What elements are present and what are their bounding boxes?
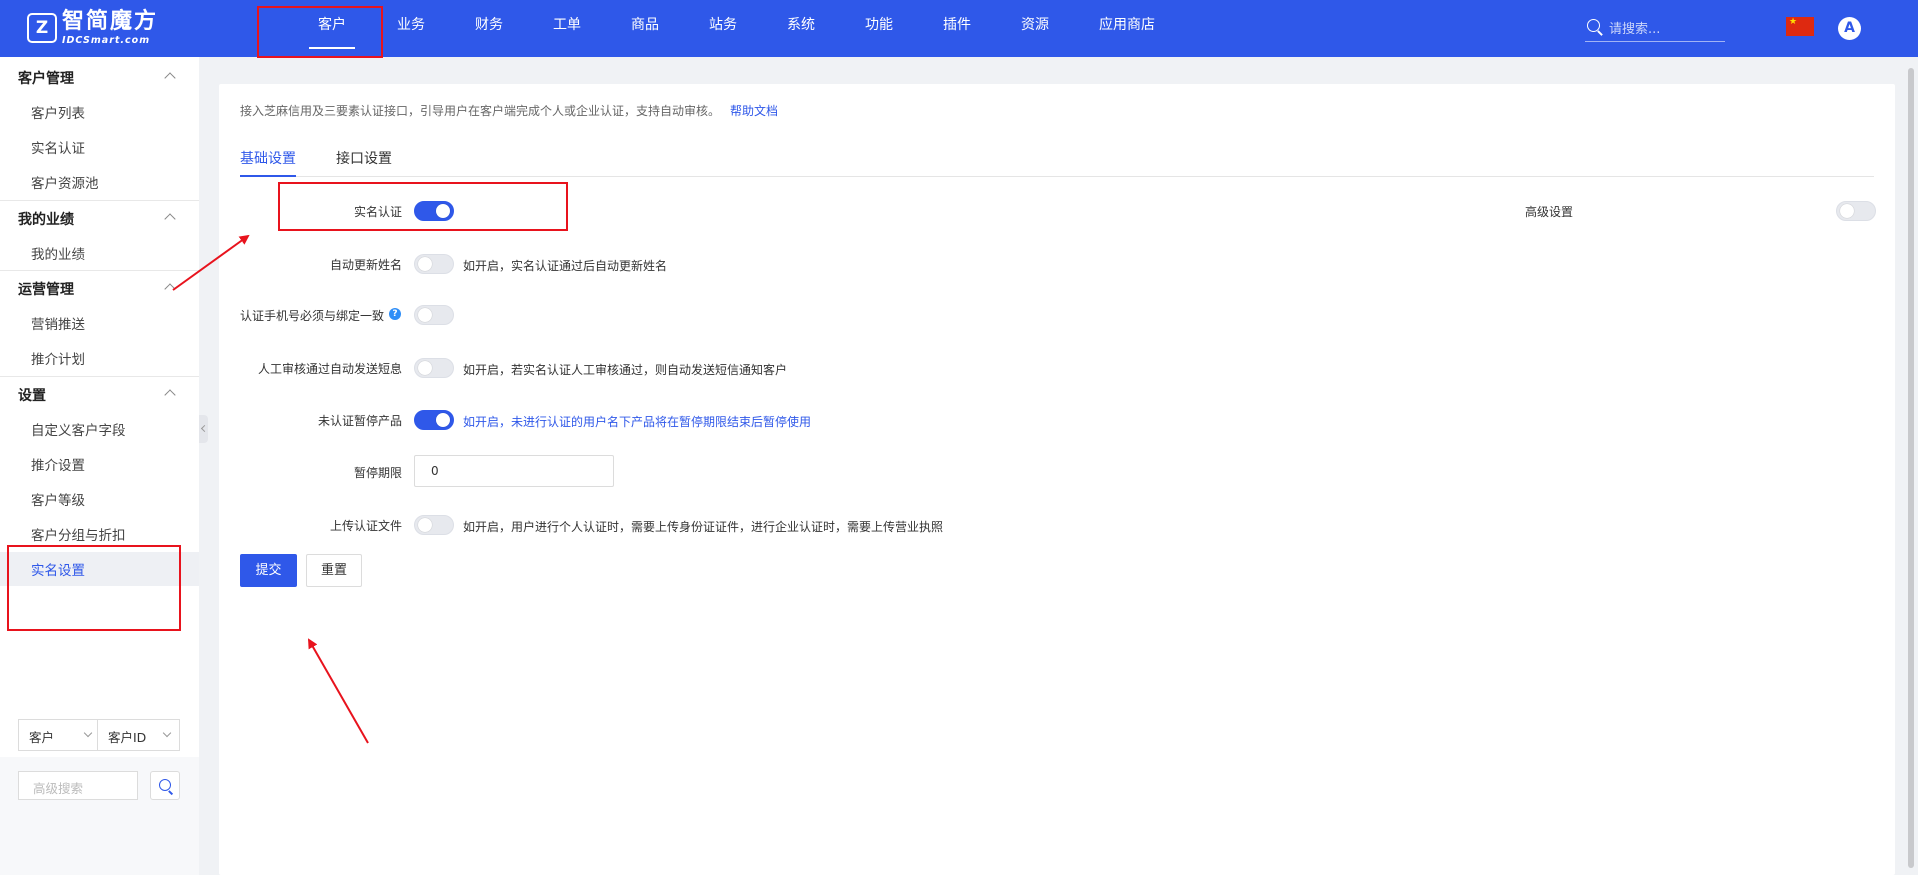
divider bbox=[0, 376, 199, 377]
chevron-up-icon[interactable] bbox=[164, 389, 176, 401]
chevron-down-icon bbox=[162, 728, 172, 738]
toggle-advanced-settings[interactable] bbox=[1836, 201, 1876, 221]
toggle-phone-must-match[interactable] bbox=[414, 305, 454, 325]
sidebar-group-settings[interactable]: 设置 bbox=[18, 385, 46, 405]
sidebar: 客户管理 客户列表 实名认证 客户资源池 我的业绩 我的业绩 运营管理 营销推送… bbox=[0, 57, 199, 875]
chevron-up-icon[interactable] bbox=[164, 213, 176, 225]
nav-business[interactable]: 业务 bbox=[391, 0, 431, 57]
hint-auto-update-name: 如开启，实名认证通过后自动更新姓名 bbox=[463, 259, 668, 273]
chevron-down-icon bbox=[83, 728, 93, 738]
sidebar-group-performance[interactable]: 我的业绩 bbox=[18, 209, 74, 229]
label-advanced-settings: 高级设置 bbox=[1524, 205, 1573, 219]
sidebar-group-operations[interactable]: 运营管理 bbox=[18, 279, 74, 299]
filter-type-select[interactable]: 客户 bbox=[18, 719, 98, 751]
toggle-upload-documents[interactable] bbox=[414, 515, 454, 535]
label-upload-documents: 上传认证文件 bbox=[329, 519, 402, 533]
suspend-period-input[interactable]: 0 bbox=[414, 455, 614, 487]
nav-finance[interactable]: 财务 bbox=[469, 0, 509, 57]
advanced-search-input[interactable]: 高级搜索 bbox=[18, 771, 138, 800]
hint-manual-review-sms: 如开启，若实名认证人工审核通过，则自动发送短信通知客户 bbox=[463, 363, 788, 377]
sidebar-item-marketing-push[interactable]: 营销推送 bbox=[31, 313, 85, 333]
intro-description: 接入芝麻信用及三要素认证接口，引导用户在客户端完成个人或企业认证，支持自动审核。 bbox=[240, 104, 721, 118]
sidebar-item-customer-level[interactable]: 客户等级 bbox=[31, 489, 85, 509]
logo-text-en: IDCSmart.com bbox=[62, 34, 151, 46]
logo-icon: Z bbox=[27, 13, 57, 43]
sidebar-collapse-handle[interactable] bbox=[199, 415, 208, 443]
toggle-manual-review-sms[interactable] bbox=[414, 358, 454, 378]
sidebar-item-referral-plan[interactable]: 推介计划 bbox=[31, 348, 85, 368]
filter-type-value: 客户 bbox=[29, 730, 55, 745]
nav-plugin[interactable]: 插件 bbox=[937, 0, 977, 57]
header-search[interactable]: 请搜索... bbox=[1585, 13, 1725, 42]
logo-text-cn: 智简魔方 bbox=[62, 8, 159, 34]
toggle-suspend-unverified[interactable] bbox=[414, 410, 454, 430]
divider bbox=[0, 270, 199, 271]
china-flag-icon[interactable]: ★ bbox=[1786, 17, 1814, 36]
nav-app-store[interactable]: 应用商店 bbox=[1093, 0, 1161, 57]
sidebar-item-customer-list[interactable]: 客户列表 bbox=[31, 102, 85, 122]
nav-product[interactable]: 商品 bbox=[625, 0, 665, 57]
nav-resource[interactable]: 资源 bbox=[1015, 0, 1055, 57]
label-suspend-period: 暂停期限 bbox=[353, 466, 402, 480]
toggle-real-name-auth[interactable] bbox=[414, 201, 454, 221]
label-phone-must-match: 认证手机号必须与绑定一致 bbox=[239, 309, 384, 323]
toggle-auto-update-name[interactable] bbox=[414, 254, 454, 274]
search-icon bbox=[1585, 17, 1605, 37]
label-suspend-unverified: 未认证暂停产品 bbox=[317, 414, 402, 428]
nav-feature[interactable]: 功能 bbox=[859, 0, 899, 57]
top-bar: Z 智简魔方 IDCSmart.com 客户 业务 财务 工单 商品 站务 系统… bbox=[0, 0, 1918, 57]
nav-system[interactable]: 系统 bbox=[781, 0, 821, 57]
sidebar-item-customer-pool[interactable]: 客户资源池 bbox=[31, 172, 99, 192]
question-icon[interactable]: ? bbox=[389, 308, 401, 320]
tab-basic-settings[interactable]: 基础设置 bbox=[240, 148, 296, 168]
sidebar-item-custom-fields[interactable]: 自定义客户字段 bbox=[31, 419, 126, 439]
hint-suspend-unverified: 如开启，未进行认证的用户名下产品将在暂停期限结束后暂停使用 bbox=[463, 415, 812, 429]
logo[interactable]: Z 智简魔方 IDCSmart.com bbox=[27, 8, 159, 46]
intro-text: 接入芝麻信用及三要素认证接口，引导用户在客户端完成个人或企业认证，支持自动审核。… bbox=[240, 102, 778, 119]
filter-field-select[interactable]: 客户ID bbox=[98, 719, 180, 751]
nav-ticket[interactable]: 工单 bbox=[547, 0, 587, 57]
sidebar-item-my-performance[interactable]: 我的业绩 bbox=[31, 243, 85, 263]
label-manual-review-sms: 人工审核通过自动发送短息 bbox=[257, 362, 402, 376]
help-doc-link[interactable]: 帮助文档 bbox=[730, 104, 778, 118]
tab-divider bbox=[240, 176, 1874, 177]
chevron-up-icon[interactable] bbox=[164, 283, 176, 295]
sidebar-item-referral-settings[interactable]: 推介设置 bbox=[31, 454, 85, 474]
sidebar-item-real-name-settings[interactable]: 实名设置 bbox=[31, 559, 85, 579]
avatar[interactable]: A bbox=[1838, 17, 1861, 40]
sidebar-group-customer[interactable]: 客户管理 bbox=[18, 68, 74, 88]
sidebar-item-group-discount[interactable]: 客户分组与折扣 bbox=[31, 524, 126, 544]
search-placeholder: 请搜索... bbox=[1609, 21, 1661, 37]
filter-field-value: 客户ID bbox=[108, 730, 147, 745]
submit-button[interactable]: 提交 bbox=[240, 554, 297, 587]
nav-customer[interactable]: 客户 bbox=[312, 0, 352, 57]
label-real-name-auth: 实名认证 bbox=[353, 205, 402, 219]
hint-upload-documents: 如开启，用户进行个人认证时，需要上传身份证证件，进行企业认证时，需要上传营业执照 bbox=[463, 520, 944, 534]
divider bbox=[0, 200, 199, 201]
sidebar-item-real-name-auth[interactable]: 实名认证 bbox=[31, 137, 85, 157]
reset-button[interactable]: 重置 bbox=[306, 554, 362, 587]
sidebar-active-bg bbox=[0, 552, 199, 586]
chevron-up-icon[interactable] bbox=[164, 72, 176, 84]
page-scrollbar-thumb[interactable] bbox=[1908, 68, 1914, 868]
tab-interface-settings[interactable]: 接口设置 bbox=[336, 148, 392, 168]
label-auto-update-name: 自动更新姓名 bbox=[329, 258, 402, 272]
advanced-search-button[interactable] bbox=[150, 771, 180, 800]
tab-active-indicator bbox=[240, 175, 296, 177]
nav-site[interactable]: 站务 bbox=[703, 0, 743, 57]
